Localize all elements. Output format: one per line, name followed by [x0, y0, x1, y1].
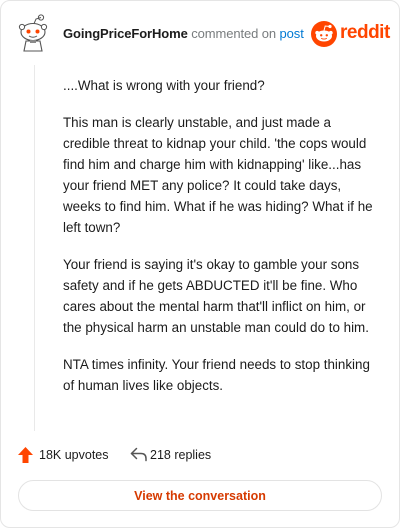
view-conversation-button[interactable]: View the conversation	[18, 480, 382, 511]
upvote-count[interactable]: 18K upvotes	[39, 448, 109, 462]
comment-paragraph: NTA times infinity. Your friend needs to…	[63, 357, 370, 393]
thread-line	[34, 65, 35, 431]
comment-header: GoingPriceForHome commented on post redd…	[1, 1, 400, 65]
comment-card: GoingPriceForHome commented on post redd…	[0, 0, 400, 528]
upvote-arrow-icon[interactable]	[17, 446, 34, 464]
reply-arrow-icon[interactable]	[130, 447, 147, 462]
comment-paragraph: Your friend is saying it's okay to gambl…	[63, 257, 369, 335]
reply-count[interactable]: 218 replies	[150, 448, 211, 462]
comment-paragraph: ....What is wrong with your friend?	[63, 78, 265, 93]
snoo-avatar-icon[interactable]	[16, 13, 50, 53]
commented-on-text: commented on	[191, 26, 277, 41]
reddit-logo[interactable]: reddit	[311, 21, 390, 47]
reddit-wordmark: reddit	[340, 22, 390, 43]
reddit-snoo-icon	[311, 21, 337, 47]
comment-paragraph: This man is clearly unstable, and just m…	[63, 115, 373, 235]
comment-body: ....What is wrong with your friend? This…	[63, 75, 381, 412]
post-link[interactable]: post	[280, 26, 304, 41]
comment-meta: GoingPriceForHome commented on post	[63, 26, 304, 41]
username[interactable]: GoingPriceForHome	[63, 26, 188, 41]
